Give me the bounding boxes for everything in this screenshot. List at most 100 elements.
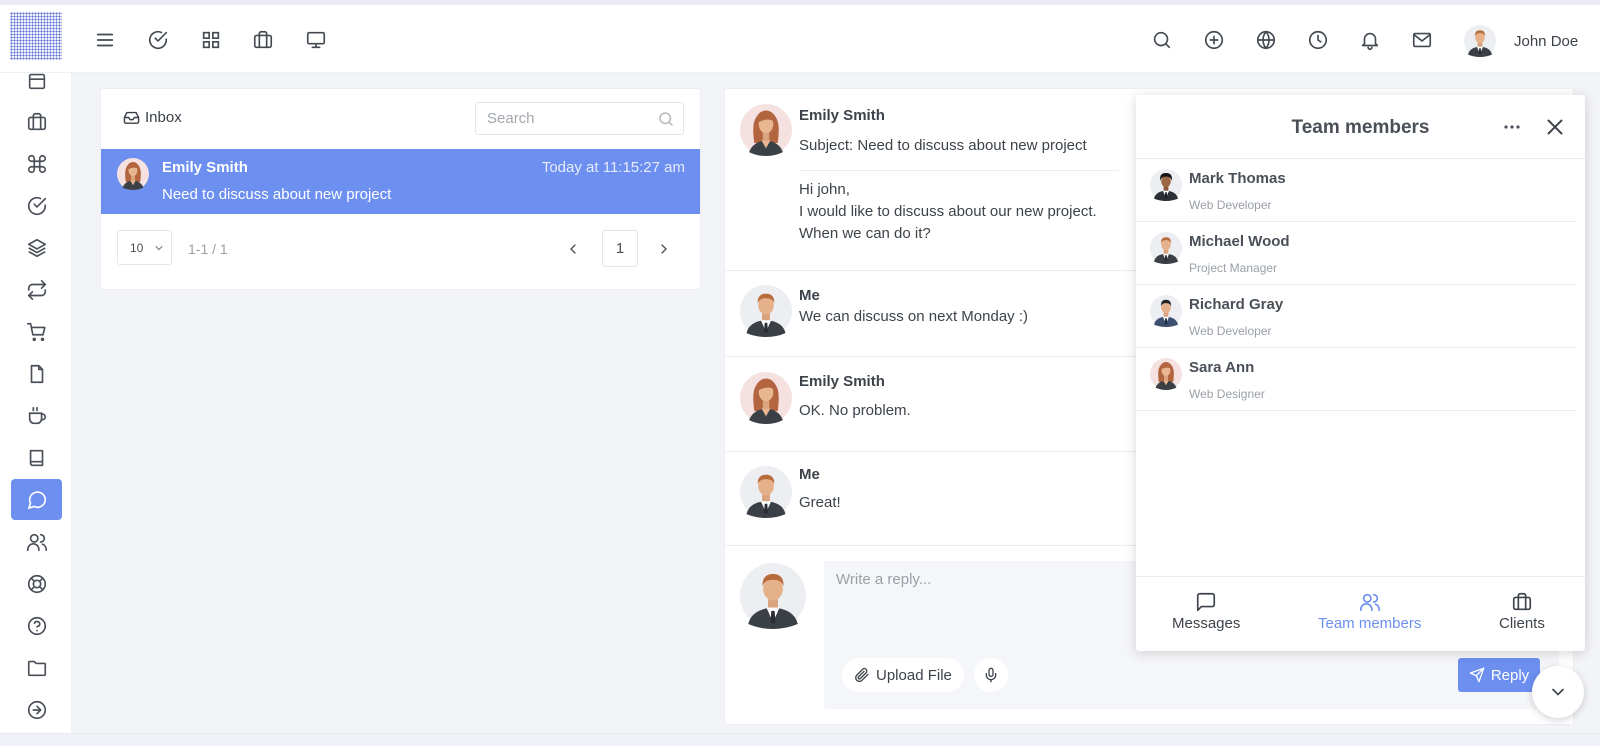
tab-team-members[interactable]: Team members (1318, 591, 1421, 639)
tab-team-members-label: Team members (1318, 615, 1422, 632)
sidebar-check-circle-icon[interactable] (11, 185, 62, 226)
sidebar-briefcase-icon[interactable] (11, 101, 62, 142)
sidebar-help-circle-icon[interactable] (11, 605, 62, 646)
message-sender: Emily Smith (799, 373, 885, 390)
sender-avatar (740, 466, 792, 518)
mail-subject: Need to discuss about new project (162, 186, 392, 203)
users-icon (1359, 593, 1380, 612)
team-member-item[interactable]: Sara Ann Web Designer (1136, 348, 1577, 411)
team-member-item[interactable]: Michael Wood Project Manager (1136, 222, 1577, 285)
inbox-title-text: Inbox (145, 109, 182, 126)
inbox-panel: Inbox Emily Smith Today at 11:15:27 am N… (100, 88, 701, 290)
message-text: We can discuss on next Monday :) (799, 308, 1028, 325)
check-circle-icon[interactable] (145, 27, 171, 53)
prev-page-button[interactable] (555, 230, 591, 267)
page-info: 1-1 / 1 (188, 241, 228, 257)
team-member-item[interactable]: Mark Thomas Web Developer (1136, 159, 1577, 222)
sidebar-command-icon[interactable] (11, 143, 62, 184)
member-name: Sara Ann (1189, 359, 1255, 376)
member-role: Project Manager (1189, 261, 1278, 275)
menu-icon[interactable] (92, 27, 118, 53)
inbox-icon (123, 111, 140, 124)
bottom-footer-strip (0, 733, 1600, 746)
sidebar-cart-icon[interactable] (11, 311, 62, 352)
voice-record-button[interactable] (974, 658, 1008, 692)
sidebar-coffee-icon[interactable] (11, 395, 62, 436)
search-icon[interactable] (657, 110, 675, 128)
chevron-down-icon (1552, 688, 1564, 696)
member-name: Mark Thomas (1189, 170, 1286, 187)
close-icon[interactable] (1542, 114, 1568, 140)
bell-icon[interactable] (1357, 27, 1383, 53)
member-name: Richard Gray (1189, 296, 1284, 313)
plus-circle-icon[interactable] (1201, 27, 1227, 53)
inbox-search-input[interactable] (476, 103, 646, 134)
member-role: Web Developer (1189, 198, 1272, 212)
briefcase-icon[interactable] (250, 27, 276, 53)
search-icon[interactable] (1149, 27, 1175, 53)
upload-file-button[interactable]: Upload File (842, 658, 964, 692)
reply-button-label: Reply (1490, 666, 1530, 684)
my-avatar (740, 563, 806, 629)
chevron-right-icon (661, 243, 667, 254)
message-sender: Me (799, 287, 820, 304)
message-text: OK. No problem. (799, 402, 911, 419)
member-avatar (1150, 358, 1182, 390)
paperclip-icon (855, 667, 869, 683)
member-name: Michael Wood (1189, 233, 1290, 250)
sidebar-users-icon[interactable] (11, 521, 62, 562)
per-page-select[interactable]: 10 (117, 230, 172, 265)
sidebar-folder-icon[interactable] (11, 647, 62, 688)
next-page-button[interactable] (646, 230, 682, 267)
mail-icon[interactable] (1409, 27, 1435, 53)
sidebar-file-icon[interactable] (11, 353, 62, 394)
reply-button[interactable]: Reply (1458, 658, 1540, 692)
app-logo[interactable] (10, 12, 62, 60)
sender-avatar (740, 104, 792, 156)
user-avatar (1464, 25, 1496, 57)
sidebar-calendar-icon[interactable] (11, 60, 62, 101)
page-number-button[interactable]: 1 (602, 230, 638, 267)
send-icon (1469, 667, 1485, 683)
globe-icon[interactable] (1253, 27, 1279, 53)
team-member-item[interactable]: Richard Gray Web Developer (1136, 285, 1577, 348)
sidebar-book-icon[interactable] (11, 437, 62, 478)
mail-list-item[interactable]: Emily Smith Today at 11:15:27 am Need to… (101, 149, 700, 214)
message-sender: Me (799, 466, 820, 483)
clock-icon[interactable] (1305, 27, 1331, 53)
sidebar-arrow-right-circle-icon[interactable] (11, 689, 62, 730)
chevron-down-icon (155, 245, 163, 251)
member-avatar (1150, 169, 1182, 201)
grid-icon[interactable] (198, 27, 224, 53)
sidebar-chat-icon[interactable] (11, 479, 62, 520)
upload-file-label: Upload File (876, 666, 952, 684)
sidebar-layers-icon[interactable] (11, 227, 62, 268)
per-page-value: 10 (130, 240, 144, 255)
message-text: Great! (799, 494, 841, 511)
team-members-popup: Team members Mark Thomas Web Developer M… (1136, 95, 1585, 651)
sidebar-lifebuoy-icon[interactable] (11, 563, 62, 604)
message-divider (799, 170, 1119, 171)
tab-messages[interactable]: Messages (1172, 591, 1240, 639)
sender-avatar (117, 158, 149, 190)
inbox-title: Inbox (123, 109, 182, 126)
sidebar-repeat-icon[interactable] (11, 269, 62, 310)
user-name: John Doe (1514, 32, 1579, 50)
member-avatar (1150, 232, 1182, 264)
microphone-icon (985, 667, 997, 683)
message-sender: Emily Smith (799, 107, 885, 124)
more-options-icon[interactable] (1500, 116, 1524, 138)
tab-clients-label: Clients (1499, 615, 1545, 632)
tab-clients[interactable]: Clients (1499, 591, 1545, 639)
mail-time: Today at 11:15:27 am (541, 159, 685, 176)
member-role: Web Developer (1189, 324, 1272, 338)
scroll-down-button[interactable] (1532, 666, 1584, 718)
top-navbar: John Doe (0, 5, 1600, 73)
user-menu[interactable]: John Doe (1464, 23, 1578, 59)
member-avatar (1150, 295, 1182, 327)
briefcase-icon (1512, 592, 1531, 611)
message-square-icon (1197, 592, 1216, 612)
message-subject: Subject: Need to discuss about new proje… (799, 137, 1087, 154)
monitor-icon[interactable] (303, 27, 329, 53)
team-popup-tabs: Messages Team members Clients (1136, 576, 1585, 651)
